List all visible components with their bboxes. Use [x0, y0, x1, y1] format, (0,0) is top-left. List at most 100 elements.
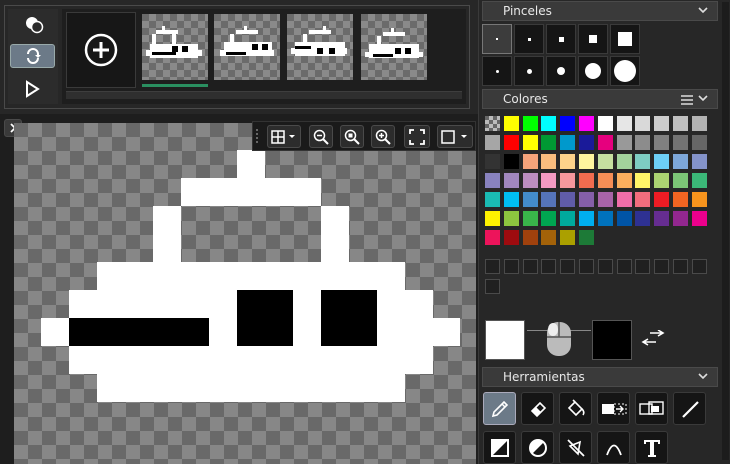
color-swatch[interactable] [635, 192, 651, 207]
zoom-fit-button[interactable] [340, 125, 364, 148]
brushes-panel-header[interactable]: Pinceles [482, 1, 718, 21]
brush-size-2[interactable] [514, 24, 544, 54]
move-selection-tool[interactable] [635, 392, 668, 425]
brush-round-2[interactable] [514, 56, 544, 86]
secondary-color-swatch[interactable] [592, 320, 632, 360]
color-swatch[interactable] [691, 173, 707, 188]
tools-panel-header[interactable]: Herramientas [482, 367, 718, 387]
color-swatch[interactable] [635, 173, 651, 188]
color-swatch[interactable] [485, 211, 500, 226]
play-icon[interactable] [25, 80, 41, 98]
rect-tool[interactable] [483, 431, 516, 464]
color-swatch[interactable] [635, 135, 651, 150]
color-swatch[interactable] [597, 173, 613, 188]
color-swatch[interactable] [541, 135, 557, 150]
color-swatch[interactable] [691, 192, 707, 207]
empty-color-slot[interactable] [485, 279, 500, 294]
empty-color-slot[interactable] [654, 259, 670, 274]
empty-color-slot[interactable] [560, 259, 576, 274]
fullscreen-button[interactable] [404, 125, 430, 148]
color-swatch[interactable] [485, 192, 500, 207]
color-swatch[interactable] [654, 173, 670, 188]
color-swatch[interactable] [673, 154, 688, 169]
color-swatch[interactable] [503, 173, 519, 188]
color-swatch[interactable] [579, 154, 594, 169]
color-swatch[interactable] [522, 116, 538, 131]
color-swatch[interactable] [616, 173, 632, 188]
color-swatch[interactable] [560, 230, 576, 245]
color-swatch[interactable] [485, 173, 500, 188]
color-swatch[interactable] [691, 116, 707, 131]
color-swatch[interactable] [541, 116, 557, 131]
color-swatch[interactable] [485, 135, 500, 150]
brush-round-1[interactable] [482, 56, 512, 86]
brush-round-5[interactable] [610, 56, 640, 86]
color-swatch[interactable] [616, 154, 632, 169]
color-swatch[interactable] [635, 154, 651, 169]
color-swatch[interactable] [616, 116, 632, 131]
color-swatch[interactable] [522, 154, 538, 169]
empty-color-slot[interactable] [673, 259, 688, 274]
color-swatch[interactable] [541, 211, 557, 226]
color-swatch[interactable] [541, 154, 557, 169]
color-swatch[interactable] [485, 116, 500, 131]
background-button[interactable] [437, 125, 473, 148]
color-swatch[interactable] [541, 192, 557, 207]
color-swatch[interactable] [597, 116, 613, 131]
empty-color-slot[interactable] [485, 259, 500, 274]
chevron-down-icon[interactable] [697, 370, 709, 385]
brush-size-4[interactable] [578, 24, 608, 54]
grid-button[interactable] [267, 125, 301, 148]
empty-color-slot[interactable] [522, 259, 538, 274]
color-swatch[interactable] [503, 135, 519, 150]
color-swatch[interactable] [579, 173, 594, 188]
color-swatch[interactable] [673, 135, 688, 150]
ellipse-tool[interactable] [521, 431, 554, 464]
toolbar-grip[interactable] [256, 129, 260, 143]
color-swatch[interactable] [503, 154, 519, 169]
empty-color-slot[interactable] [691, 259, 707, 274]
empty-color-slot[interactable] [597, 259, 613, 274]
color-swatch[interactable] [560, 173, 576, 188]
lasso-tool[interactable] [559, 431, 592, 464]
brush-size-1[interactable] [482, 24, 512, 54]
color-swatch[interactable] [654, 192, 670, 207]
color-swatch[interactable] [673, 173, 688, 188]
color-swatch[interactable] [560, 192, 576, 207]
color-swatch[interactable] [503, 211, 519, 226]
color-swatch[interactable] [503, 230, 519, 245]
menu-icon[interactable] [681, 94, 693, 108]
color-swatch[interactable] [522, 192, 538, 207]
drawing-canvas[interactable] [14, 123, 476, 464]
color-swatch[interactable] [579, 211, 594, 226]
zoom-in-button[interactable] [371, 125, 395, 148]
color-swatch[interactable] [673, 192, 688, 207]
color-swatch[interactable] [654, 135, 670, 150]
color-swatch[interactable] [616, 192, 632, 207]
swap-colors-icon[interactable] [640, 329, 666, 350]
color-swatch[interactable] [654, 211, 670, 226]
empty-color-slot[interactable] [579, 259, 594, 274]
brush-round-4[interactable] [578, 56, 608, 86]
empty-color-slot[interactable] [616, 259, 632, 274]
color-swatch[interactable] [597, 154, 613, 169]
color-swatch[interactable] [616, 135, 632, 150]
frame-thumbnail-1[interactable] [142, 14, 208, 80]
color-swatch[interactable] [691, 211, 707, 226]
brush-round-3[interactable] [546, 56, 576, 86]
color-swatch[interactable] [654, 116, 670, 131]
right-scrollbar[interactable] [722, 2, 729, 460]
empty-color-slot[interactable] [541, 259, 557, 274]
color-swatch[interactable] [654, 154, 670, 169]
chevron-down-icon[interactable] [697, 92, 709, 107]
color-swatch[interactable] [691, 154, 707, 169]
frame-thumbnail-3[interactable] [287, 14, 353, 80]
color-swatch[interactable] [522, 135, 538, 150]
zoom-out-button[interactable] [309, 125, 333, 148]
add-frame-button[interactable] [66, 12, 136, 88]
color-swatch[interactable] [522, 211, 538, 226]
color-swatch[interactable] [579, 230, 594, 245]
empty-color-slot[interactable] [635, 259, 651, 274]
color-swatch[interactable] [485, 154, 500, 169]
color-swatch[interactable] [541, 230, 557, 245]
